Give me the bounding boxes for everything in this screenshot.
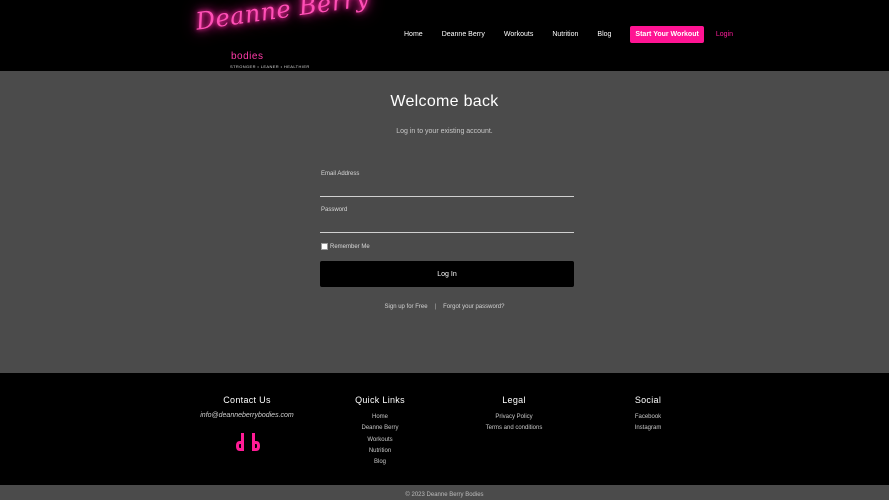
footer-link-nutrition[interactable]: Nutrition [345, 446, 415, 457]
footer-contact-heading: Contact Us [223, 395, 271, 405]
page-subtitle: Log in to your existing account. [396, 128, 493, 135]
remember-me-label[interactable]: Remember Me [330, 244, 370, 250]
main-nav: Home Deanne Berry Workouts Nutrition Blo… [404, 25, 733, 43]
logo-bodies-text: bodies [231, 51, 264, 62]
page-root: Deanne Berry bodies STRONGER • LEANER • … [0, 0, 889, 500]
password-label: Password [321, 207, 348, 213]
footer-link-instagram[interactable]: Instagram [618, 423, 678, 434]
email-label: Email Address [321, 171, 360, 177]
link-separator: | [434, 304, 437, 310]
footer-quick-links-heading: Quick Links [355, 395, 405, 405]
remember-me: Remember Me [321, 243, 370, 250]
nav-item-deanne-berry[interactable]: Deanne Berry [442, 31, 485, 38]
logo-script-text: Deanne Berry [194, 0, 372, 36]
footer-link-privacy-policy[interactable]: Privacy Policy [474, 412, 554, 423]
login-panel: Welcome back Log in to your existing acc… [0, 71, 889, 373]
footer-quick-links: Quick Links Home Deanne Berry Workouts N… [345, 395, 415, 468]
site-footer: Contact Us info@deanneberrybodies.com Qu… [0, 373, 889, 485]
password-field[interactable] [320, 218, 574, 233]
site-header: Deanne Berry bodies STRONGER • LEANER • … [0, 0, 889, 71]
brand-logo[interactable]: Deanne Berry bodies STRONGER • LEANER • … [190, 0, 371, 70]
nav-item-workouts[interactable]: Workouts [504, 31, 533, 38]
contact-email-link[interactable]: info@deanneberrybodies.com [192, 412, 302, 419]
copyright-text: © 2023 Deanne Berry Bodies [405, 492, 484, 498]
nav-item-blog[interactable]: Blog [597, 31, 611, 38]
footer-link-home[interactable]: Home [345, 412, 415, 423]
copyright-bar: © 2023 Deanne Berry Bodies [0, 485, 889, 500]
footer-legal-heading: Legal [502, 395, 526, 405]
footer-social: Social Facebook Instagram [618, 395, 678, 435]
log-in-button[interactable]: Log In [320, 261, 574, 287]
nav-item-nutrition[interactable]: Nutrition [552, 31, 578, 38]
forgot-password-link[interactable]: Forgot your password? [443, 304, 504, 310]
footer-social-heading: Social [634, 395, 662, 405]
page-title: Welcome back [390, 93, 499, 110]
signup-link[interactable]: Sign up for Free [385, 304, 428, 310]
logo-tagline: STRONGER • LEANER • HEALTHIER [230, 64, 310, 69]
login-link[interactable]: Login [716, 31, 733, 38]
footer-link-deanne-berry[interactable]: Deanne Berry [345, 423, 415, 434]
remember-me-checkbox[interactable] [321, 243, 328, 250]
nav-item-home[interactable]: Home [404, 31, 423, 38]
footer-link-terms[interactable]: Terms and conditions [474, 423, 554, 434]
auth-links: Sign up for Free | Forgot your password? [0, 304, 889, 310]
db-monogram-icon [236, 433, 260, 451]
start-workout-button[interactable]: Start Your Workout [630, 25, 704, 43]
footer-contact: Contact Us info@deanneberrybodies.com [192, 395, 302, 419]
footer-link-facebook[interactable]: Facebook [618, 412, 678, 423]
footer-link-workouts[interactable]: Workouts [345, 435, 415, 446]
footer-legal: Legal Privacy Policy Terms and condition… [474, 395, 554, 435]
email-field[interactable] [320, 182, 574, 197]
footer-link-blog[interactable]: Blog [345, 457, 415, 468]
